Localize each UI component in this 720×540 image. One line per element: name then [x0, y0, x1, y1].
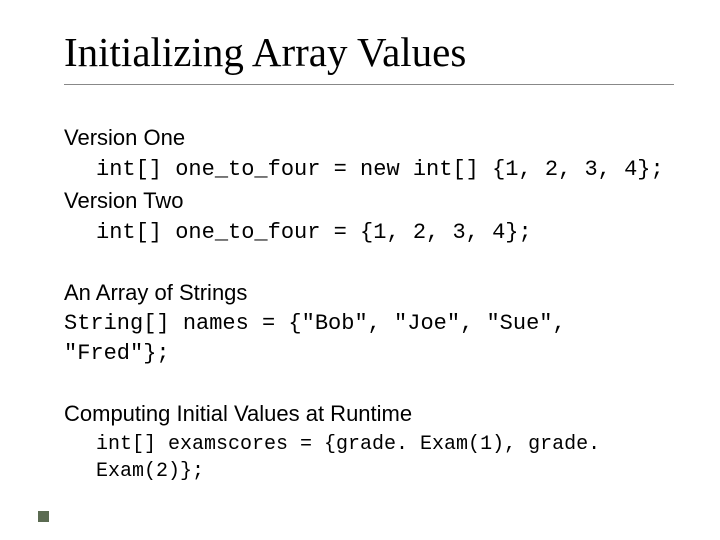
- version-one-code: int[] one_to_four = new int[] {1, 2, 3, …: [64, 155, 674, 185]
- title-container: Initializing Array Values: [64, 28, 674, 85]
- runtime-label: Computing Initial Values at Runtime: [64, 399, 674, 429]
- version-one-label: Version One: [64, 123, 674, 153]
- array-of-strings-code: String[] names = {"Bob", "Joe", "Sue", "…: [64, 309, 674, 368]
- slide-title: Initializing Array Values: [64, 28, 674, 76]
- bullet-icon: [38, 511, 49, 522]
- version-two-label: Version Two: [64, 186, 674, 216]
- body: Version One int[] one_to_four = new int[…: [64, 123, 674, 485]
- slide: Initializing Array Values Version One in…: [0, 0, 720, 540]
- array-of-strings-label: An Array of Strings: [64, 278, 674, 308]
- runtime-code: int[] examscores = {grade. Exam(1), grad…: [64, 431, 674, 485]
- version-two-code: int[] one_to_four = {1, 2, 3, 4};: [64, 218, 674, 248]
